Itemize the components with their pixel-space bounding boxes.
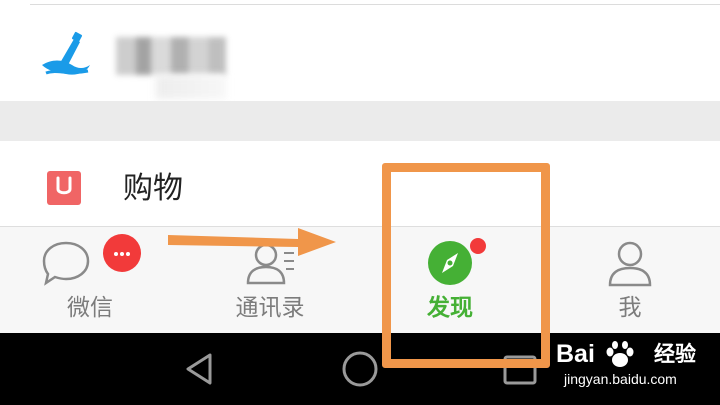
paw-icon bbox=[606, 341, 634, 367]
watermark-url: jingyan.baidu.com bbox=[564, 371, 677, 387]
shopping-bag-icon bbox=[47, 171, 81, 205]
wechat-discover-screen: 购物 微信 通讯录 发现 我 Bai 经验 jingyan.baidu.com bbox=[0, 0, 720, 405]
chat-bubble-icon bbox=[42, 241, 90, 286]
blurred-name bbox=[116, 37, 226, 75]
drift-bottle-icon bbox=[42, 31, 90, 75]
tab-wechat-label: 微信 bbox=[67, 295, 113, 321]
bottom-tab-bar: 微信 通讯录 发现 我 bbox=[0, 226, 720, 333]
list-item-shopping[interactable]: 购物 bbox=[0, 141, 720, 226]
home-icon[interactable] bbox=[340, 349, 380, 389]
watermark-brand: Bai bbox=[556, 340, 595, 368]
section-gap bbox=[0, 101, 720, 141]
tab-wechat[interactable]: 微信 bbox=[0, 227, 180, 334]
tab-contacts-label: 通讯录 bbox=[235, 295, 305, 321]
tab-me[interactable]: 我 bbox=[540, 227, 720, 334]
unread-badge bbox=[103, 234, 141, 272]
blurred-subtext bbox=[156, 75, 226, 99]
annotation-highlight-box bbox=[382, 163, 550, 368]
shopping-label: 购物 bbox=[123, 171, 183, 206]
person-icon bbox=[608, 241, 652, 287]
tab-me-label: 我 bbox=[618, 295, 642, 321]
baidu-jingyan-watermark: Bai 经验 jingyan.baidu.com bbox=[556, 338, 716, 394]
annotation-arrow bbox=[168, 228, 336, 256]
watermark-brand-cn: 经验 bbox=[654, 342, 696, 366]
list-item-drift-bottle[interactable] bbox=[0, 5, 720, 101]
back-icon[interactable] bbox=[180, 349, 220, 389]
